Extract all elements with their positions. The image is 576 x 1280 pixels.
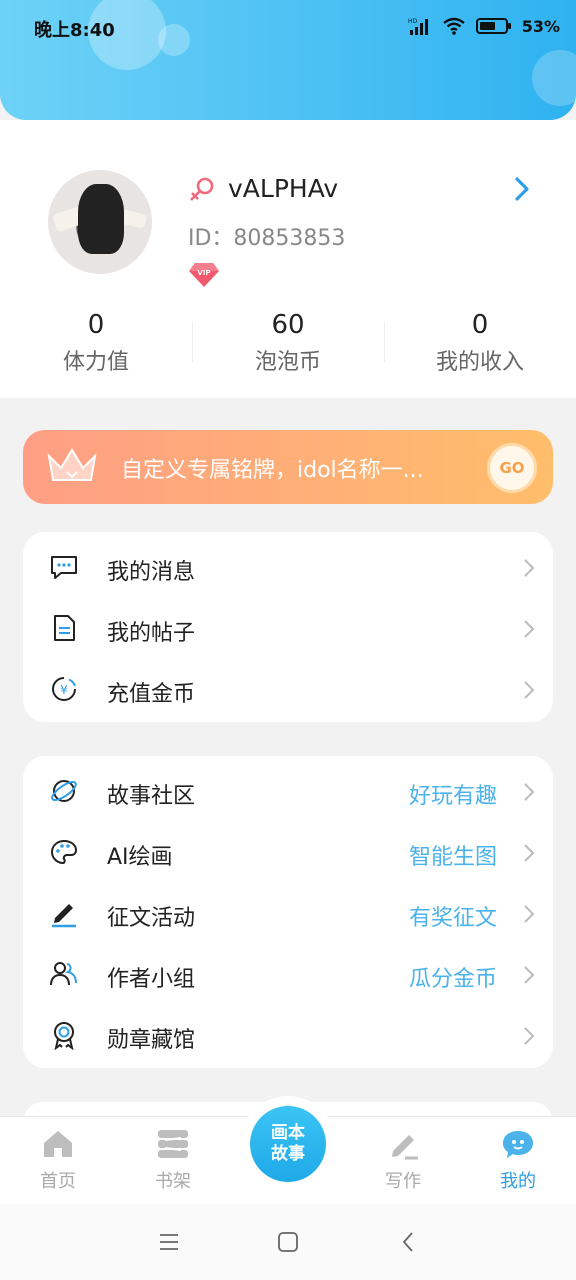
crown-icon xyxy=(47,448,97,481)
stat-label: 体力值 xyxy=(62,350,129,375)
picture-story-button[interactable]: 画本 故事 xyxy=(250,1106,326,1182)
battery-level: 53% xyxy=(521,16,560,36)
chevron-right-icon xyxy=(524,559,535,577)
menu-label: 勋章藏馆 xyxy=(107,1028,196,1053)
signal-icon: HD xyxy=(408,18,428,35)
vip-diamond-icon: VIP xyxy=(189,263,219,287)
chevron-right-icon[interactable] xyxy=(512,176,532,202)
nav-label: 写作 xyxy=(385,1171,421,1192)
menu-group-account: 我的消息 我的帖子 ¥ 充值金币 xyxy=(23,532,553,722)
nav-write[interactable]: 写作 xyxy=(363,1127,443,1193)
nav-label: 首页 xyxy=(40,1171,76,1192)
go-button[interactable]: GO xyxy=(487,443,537,493)
center-button-line1: 画本 xyxy=(271,1123,305,1143)
coin-icon: ¥ xyxy=(52,677,76,701)
stat-value: 0 xyxy=(471,310,489,340)
status-icons: HD 53% xyxy=(408,16,560,36)
username: vALPHAv xyxy=(228,174,339,203)
menu-item-essay-contest[interactable]: 征文活动 有奖征文 xyxy=(23,882,553,943)
center-button-line2: 故事 xyxy=(271,1144,305,1164)
menu-label: 作者小组 xyxy=(107,967,196,992)
decor-bubble xyxy=(532,50,576,106)
chevron-right-icon xyxy=(524,905,535,923)
profile-chat-icon xyxy=(503,1131,533,1158)
stat-label: 泡泡币 xyxy=(254,350,321,375)
menu-group-features: 故事社区 好玩有趣 AI绘画 智能生图 征文活动 有奖征文 作者小组 瓜分金币 xyxy=(23,756,553,1068)
stat-bubble-coins[interactable]: 60 泡泡币 xyxy=(192,310,384,376)
menu-hint: 智能生图 xyxy=(408,845,497,870)
gender-female-icon xyxy=(190,177,214,201)
stat-value: 60 xyxy=(271,310,305,340)
group-icon xyxy=(50,962,77,986)
banner-text: 自定义专属铭牌，idol名称一... xyxy=(121,458,424,483)
nameplate-banner[interactable]: 自定义专属铭牌，idol名称一... GO xyxy=(23,430,553,504)
menu-item-my-messages[interactable]: 我的消息 xyxy=(23,536,553,597)
home-icon xyxy=(44,1131,72,1157)
document-icon xyxy=(54,615,75,641)
menu-lines-icon[interactable] xyxy=(157,1230,181,1254)
stats-row: 0 体力值 60 泡泡币 0 我的收入 xyxy=(0,310,576,376)
vip-badge-text: VIP xyxy=(197,269,210,277)
menu-hint: 有奖征文 xyxy=(408,906,497,931)
planet-icon xyxy=(51,780,77,802)
stat-stamina[interactable]: 0 体力值 xyxy=(0,310,192,376)
decor-bubble xyxy=(158,24,190,56)
battery-icon xyxy=(475,18,511,34)
bookshelf-icon xyxy=(158,1130,188,1158)
avatar-figure xyxy=(78,184,124,254)
menu-hint: 瓜分金币 xyxy=(408,967,497,992)
wifi-icon xyxy=(442,17,465,35)
nav-bookshelf[interactable]: 书架 xyxy=(133,1127,213,1193)
stat-income[interactable]: 0 我的收入 xyxy=(384,310,576,376)
chevron-right-icon xyxy=(524,844,535,862)
medal-icon xyxy=(54,1022,74,1050)
menu-hint: 好玩有趣 xyxy=(408,784,497,809)
home-square-icon[interactable] xyxy=(276,1230,300,1254)
chevron-right-icon xyxy=(524,966,535,984)
chevron-right-icon xyxy=(524,1027,535,1045)
nav-label: 书架 xyxy=(155,1171,191,1192)
nav-mine[interactable]: 我的 xyxy=(478,1127,558,1193)
chevron-right-icon xyxy=(524,681,535,699)
nav-home[interactable]: 首页 xyxy=(18,1127,98,1193)
menu-label: 我的消息 xyxy=(107,560,196,585)
message-icon xyxy=(51,556,77,579)
chevron-right-icon xyxy=(524,783,535,801)
user-id: ID：80853853 xyxy=(188,226,346,251)
menu-item-ai-painting[interactable]: AI绘画 智能生图 xyxy=(23,821,553,882)
menu-label: AI绘画 xyxy=(107,845,173,870)
menu-label: 充值金币 xyxy=(107,682,196,707)
system-nav-bar xyxy=(0,1204,576,1280)
menu-label: 我的帖子 xyxy=(107,621,196,646)
menu-item-story-community[interactable]: 故事社区 好玩有趣 xyxy=(23,760,553,821)
svg-text:HD: HD xyxy=(408,18,418,25)
status-time: 晚上8:40 xyxy=(34,20,115,41)
menu-label: 故事社区 xyxy=(107,784,196,809)
menu-label: 征文活动 xyxy=(107,906,196,931)
avatar[interactable] xyxy=(48,170,152,274)
stat-label: 我的收入 xyxy=(435,350,524,375)
divider xyxy=(384,322,385,362)
nav-label: 我的 xyxy=(500,1171,536,1192)
menu-item-my-posts[interactable]: 我的帖子 xyxy=(23,597,553,658)
pen-icon xyxy=(52,904,76,928)
stat-value: 0 xyxy=(87,310,105,340)
menu-item-recharge-coins[interactable]: ¥ 充值金币 xyxy=(23,658,553,719)
menu-item-author-group[interactable]: 作者小组 瓜分金币 xyxy=(23,943,553,1004)
chevron-right-icon xyxy=(524,620,535,638)
menu-item-medal-hall[interactable]: 勋章藏馆 xyxy=(23,1004,553,1065)
write-icon xyxy=(392,1135,418,1160)
back-icon[interactable] xyxy=(397,1230,421,1254)
center-create-button[interactable]: 画本 故事 xyxy=(240,1096,336,1192)
svg-text:¥: ¥ xyxy=(60,683,68,697)
divider xyxy=(192,322,193,362)
username-row: vALPHAv xyxy=(188,174,338,203)
header: 晚上8:40 HD 53% xyxy=(0,0,576,120)
profile-card[interactable]: vALPHAv ID：80853853 VIP 0 体力值 60 泡泡币 0 我… xyxy=(0,120,576,398)
palette-icon xyxy=(50,839,78,865)
